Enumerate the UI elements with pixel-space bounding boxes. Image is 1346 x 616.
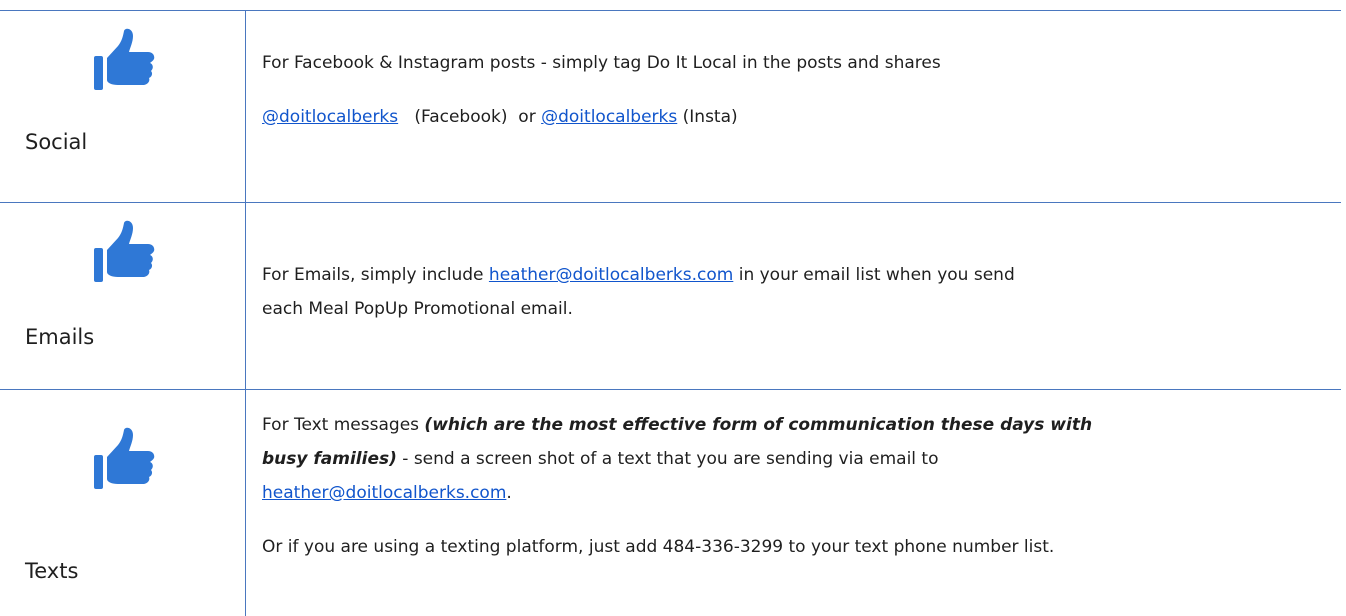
email-instructions: For Emails, simply include heather@doitl… [262,258,1332,292]
facebook-handle-link[interactable]: @doitlocalberks [262,107,398,127]
email-instructions-line2: each Meal PopUp Promotional email. [262,299,573,319]
instagram-suffix: (Insta) [677,107,738,127]
email-address-link[interactable]: heather@doitlocalberks.com [262,483,506,503]
row-label: Emails [25,325,95,349]
email-address-link[interactable]: heather@doitlocalberks.com [489,265,733,285]
row-social: Social For Facebook & Instagram posts - … [0,10,1341,202]
row-texts: Texts For Text messages (which are the m… [0,389,1341,616]
row-content: For Text messages (which are the most ef… [262,408,1332,564]
row-content: For Emails, simply include heather@doitl… [262,258,1332,326]
row-content: For Facebook & Instagram posts - simply … [262,46,1332,134]
social-instructions: For Facebook & Instagram posts - simply … [262,53,941,73]
text-period: . [506,483,512,503]
instagram-handle-link[interactable]: @doitlocalberks [541,107,677,127]
text-emphasis: (which are the most effective form of co… [424,415,1093,435]
thumbs-up-icon [94,220,155,282]
thumbs-up-icon [94,427,155,489]
text-middle: - send a screen shot of a text that you … [396,449,939,469]
row-label: Social [25,130,88,154]
text-emphasis-end: busy families) [262,449,397,469]
email-prefix: For Emails, simply include [262,265,489,285]
row-label: Texts [25,559,79,583]
text-platform-instructions: Or if you are using a texting platform, … [262,537,1055,557]
text-instructions-line2: busy families) - send a screen shot of a… [262,442,1332,476]
thumbs-up-icon [94,28,155,90]
text-instructions-line1: For Text messages (which are the most ef… [262,408,1332,442]
text-instructions-line3: heather@doitlocalberks.com. [262,476,1332,510]
promotion-table: Social For Facebook & Instagram posts - … [0,0,1346,616]
row-emails: Emails For Emails, simply include heathe… [0,202,1341,389]
social-handles: @doitlocalberks (Facebook) or @doitlocal… [262,100,1332,134]
facebook-suffix: (Facebook) or [414,107,542,127]
text-prefix: For Text messages [262,415,425,435]
email-suffix: in your email list when you send [733,265,1015,285]
